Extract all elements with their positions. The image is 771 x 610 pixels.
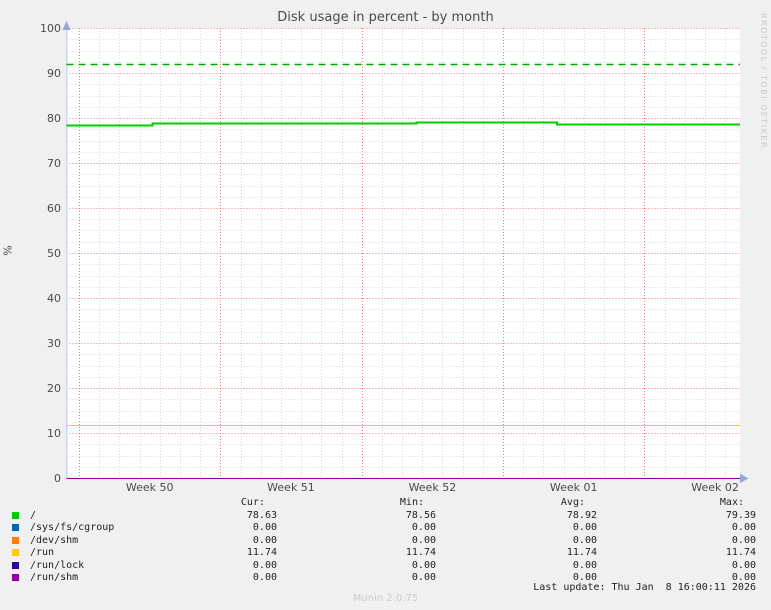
legend-label: /run bbox=[30, 547, 55, 559]
legend-value: 11.74 bbox=[566, 547, 597, 559]
y-tick-label: 50 bbox=[47, 246, 61, 260]
legend-value: 0.00 bbox=[731, 559, 756, 571]
legend-value: 78.63 bbox=[246, 510, 277, 521]
legend-swatch bbox=[12, 524, 19, 532]
legend-value: 0.00 bbox=[572, 559, 597, 571]
legend-value: 0.00 bbox=[731, 522, 756, 534]
legend-label: / bbox=[30, 510, 37, 521]
legend-value: 0.00 bbox=[411, 534, 436, 546]
legend-value: 0.00 bbox=[572, 522, 597, 534]
legend-value: 11.74 bbox=[405, 547, 436, 559]
x-tick-label: Week 50 bbox=[125, 481, 174, 494]
legend-value: 0.00 bbox=[252, 522, 277, 534]
legend-column-header: Avg: bbox=[560, 497, 585, 508]
legend-column-header: Cur: bbox=[240, 497, 265, 508]
legend-column-header: Min: bbox=[399, 497, 424, 508]
legend-value: 0.00 bbox=[731, 534, 756, 546]
rrdtool-watermark: RRDTOOL / TOBI OETIKER bbox=[759, 13, 768, 150]
legend-label: /run/lock bbox=[30, 559, 85, 571]
x-tick-label: Week 02 bbox=[691, 481, 739, 494]
y-tick-label: 100 bbox=[40, 21, 61, 35]
legend-value: 0.00 bbox=[252, 572, 277, 583]
legend-swatch bbox=[12, 536, 19, 544]
y-tick-label: 70 bbox=[47, 156, 61, 170]
munin-version-text: Munin 2.0.75 bbox=[352, 593, 419, 604]
x-tick-label: Week 01 bbox=[549, 481, 598, 494]
x-tick-label: Week 52 bbox=[408, 481, 457, 494]
y-tick-label: 30 bbox=[47, 336, 61, 350]
legend-value: 79.39 bbox=[725, 510, 756, 521]
legend-value: 0.00 bbox=[411, 522, 436, 534]
legend-value: 0.00 bbox=[572, 534, 597, 546]
legend-value: 0.00 bbox=[252, 534, 277, 546]
legend-swatch bbox=[12, 561, 19, 569]
legend-value: 11.74 bbox=[246, 547, 277, 559]
chart-canvas bbox=[62, 21, 749, 483]
legend-column-header: Max: bbox=[719, 497, 744, 508]
y-tick-label: 0 bbox=[54, 471, 61, 485]
y-tick-label: 40 bbox=[47, 291, 61, 305]
legend-swatch bbox=[12, 549, 19, 557]
y-tick-label: 20 bbox=[47, 381, 61, 395]
legend-value: 78.92 bbox=[566, 510, 597, 521]
munin-graph: Disk usage in percent - by month % 0 10 20… bbox=[0, 0, 771, 610]
legend-swatch bbox=[12, 574, 19, 581]
legend-value: 11.74 bbox=[725, 547, 756, 559]
legend-label: /sys/fs/cgroup bbox=[30, 522, 115, 534]
y-tick-label: 90 bbox=[47, 66, 61, 80]
legend-label: /run/shm bbox=[30, 572, 79, 583]
legend-value: 0.00 bbox=[252, 559, 277, 571]
y-tick-label: 80 bbox=[47, 111, 61, 125]
legend-swatch bbox=[12, 512, 19, 519]
y-tick-label: 60 bbox=[47, 201, 61, 215]
legend-label: /dev/shm bbox=[30, 534, 79, 546]
legend-value: 78.56 bbox=[405, 510, 436, 521]
plot-area bbox=[0, 0, 771, 610]
y-tick-label: 10 bbox=[47, 426, 61, 440]
legend-value: 0.00 bbox=[411, 559, 436, 571]
x-tick-label: Week 51 bbox=[267, 481, 315, 494]
legend-value: 0.00 bbox=[411, 572, 436, 583]
